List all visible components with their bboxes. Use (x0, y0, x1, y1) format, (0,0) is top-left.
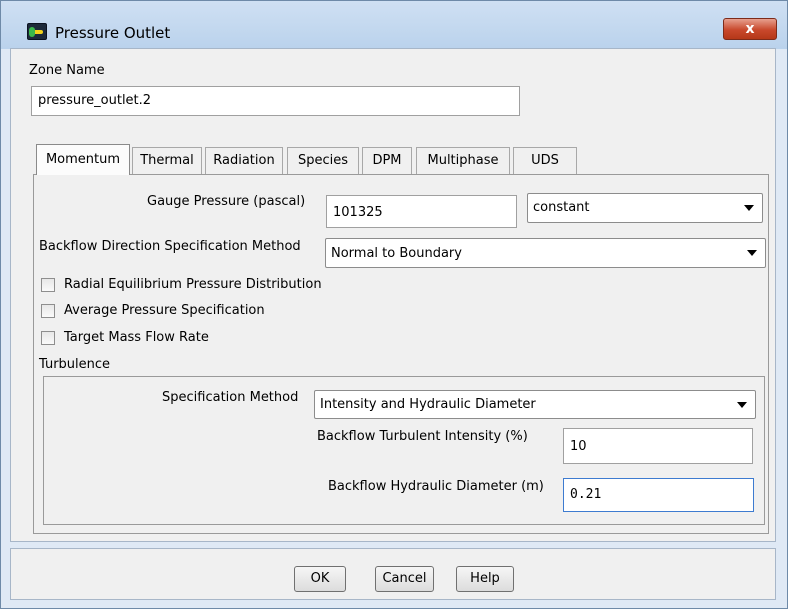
fluent-app-icon (27, 23, 47, 40)
turbulent-intensity-label: Backflow Turbulent Intensity (%) (317, 429, 528, 444)
backflow-direction-label: Backflow Direction Specification Method (39, 239, 301, 254)
cancel-button[interactable]: Cancel (375, 566, 434, 592)
radial-equilibrium-label: Radial Equilibrium Pressure Distribution (64, 277, 322, 292)
gauge-pressure-profile-value: constant (533, 200, 590, 215)
gauge-pressure-label: Gauge Pressure (pascal) (147, 194, 306, 209)
chevron-down-icon (744, 205, 754, 211)
ok-button[interactable]: OK (294, 566, 346, 592)
tab-multiphase[interactable]: Multiphase (416, 147, 510, 174)
gauge-pressure-input[interactable]: 101325 (326, 195, 517, 228)
average-pressure-label: Average Pressure Specification (64, 303, 265, 318)
tab-momentum[interactable]: Momentum (36, 144, 130, 175)
title-bar[interactable]: Pressure Outlet x (1, 1, 787, 49)
spec-method-label: Specification Method (162, 390, 299, 405)
zone-name-label: Zone Name (29, 63, 105, 78)
chevron-down-icon (747, 250, 757, 256)
help-button[interactable]: Help (456, 566, 514, 592)
spec-method-value: Intensity and Hydraulic Diameter (320, 397, 536, 412)
hydraulic-diameter-input[interactable]: 0.21 (563, 478, 754, 512)
hydraulic-diameter-label: Backflow Hydraulic Diameter (m) (328, 479, 544, 494)
spec-method-select[interactable]: Intensity and Hydraulic Diameter (314, 390, 756, 419)
tab-uds[interactable]: UDS (513, 147, 577, 174)
average-pressure-checkbox[interactable] (41, 304, 55, 318)
zone-name-input[interactable]: pressure_outlet.2 (31, 86, 520, 116)
target-mass-flow-checkbox[interactable] (41, 331, 55, 345)
target-mass-flow-label: Target Mass Flow Rate (64, 330, 209, 345)
tab-thermal[interactable]: Thermal (132, 147, 202, 174)
close-icon[interactable]: x (723, 18, 777, 40)
backflow-direction-select[interactable]: Normal to Boundary (325, 238, 766, 268)
radial-equilibrium-checkbox[interactable] (41, 278, 55, 292)
chevron-down-icon (737, 402, 747, 408)
window-title: Pressure Outlet (55, 24, 171, 42)
tab-dpm[interactable]: DPM (362, 147, 412, 174)
tab-radiation[interactable]: Radiation (205, 147, 283, 174)
turbulence-group-label: Turbulence (39, 357, 111, 372)
backflow-direction-value: Normal to Boundary (331, 246, 462, 261)
turbulent-intensity-input[interactable]: 10 (563, 428, 753, 464)
gauge-pressure-profile-select[interactable]: constant (527, 193, 763, 223)
tab-species[interactable]: Species (287, 147, 359, 174)
